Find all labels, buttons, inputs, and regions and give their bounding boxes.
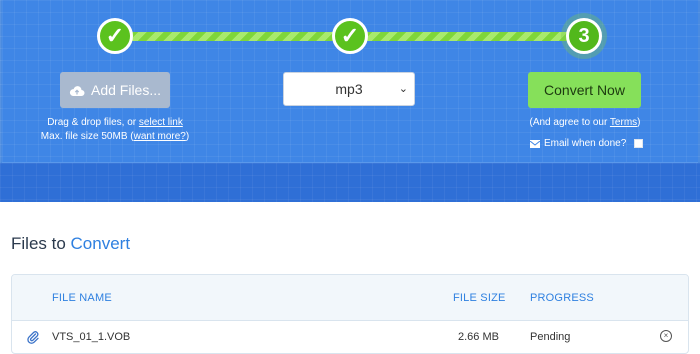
- max-size-hint: Max. file size 50MB (want more?): [40, 131, 190, 142]
- converter-panel: ✓ ✓ 3 Add Files... Drag & drop files, or…: [0, 0, 700, 202]
- want-more-link[interactable]: want more?: [134, 131, 186, 142]
- progress-cell: Pending: [530, 331, 571, 343]
- step-1-complete: ✓: [97, 18, 133, 54]
- email-when-done-option: Email when done?: [529, 137, 644, 149]
- convert-now-button[interactable]: Convert Now: [528, 72, 641, 108]
- progress-track-1: [130, 32, 336, 41]
- files-section-title: Files to Convert: [11, 234, 131, 253]
- select-link[interactable]: select link: [139, 117, 183, 128]
- column-header-file-size: FILE SIZE: [453, 292, 506, 304]
- column-header-progress: PROGRESS: [530, 292, 594, 304]
- files-table: FILE NAME FILE SIZE PROGRESS VTS_01_1.VO…: [11, 274, 689, 354]
- table-row: VTS_01_1.VOB 2.66 MB Pending ×: [12, 321, 688, 353]
- file-size-cell: 2.66 MB: [458, 331, 499, 343]
- add-files-label: Add Files...: [90, 82, 162, 98]
- add-files-button[interactable]: Add Files...: [60, 72, 170, 108]
- step-2-complete: ✓: [332, 18, 368, 54]
- format-select[interactable]: mp3 ⌄: [283, 72, 415, 106]
- remove-icon[interactable]: ×: [660, 330, 672, 342]
- column-header-file-name: FILE NAME: [52, 292, 112, 304]
- chevron-down-icon: ⌄: [398, 83, 408, 95]
- envelope-icon: [529, 139, 541, 148]
- file-name-cell: VTS_01_1.VOB: [52, 331, 131, 343]
- files-table-header: FILE NAME FILE SIZE PROGRESS: [12, 275, 688, 321]
- converter-panel-bottom: [0, 163, 700, 202]
- check-icon: ✓: [105, 23, 125, 48]
- email-when-done-label: Email when done?: [544, 137, 627, 149]
- drag-drop-hint: Drag & drop files, or select link: [47, 117, 183, 128]
- convert-now-label: Convert Now: [544, 82, 625, 98]
- progress-track-2: [364, 32, 574, 41]
- format-select-value: mp3: [335, 81, 363, 97]
- agree-terms-text: (And agree to our Terms): [529, 117, 641, 128]
- step-3-number: 3: [578, 24, 590, 47]
- check-icon: ✓: [340, 23, 360, 48]
- upload-cloud-icon: [69, 84, 85, 96]
- step-3-current: 3: [566, 18, 602, 54]
- paperclip-icon: [26, 330, 40, 344]
- terms-link[interactable]: Terms: [610, 117, 637, 128]
- email-when-done-checkbox[interactable]: [634, 138, 644, 148]
